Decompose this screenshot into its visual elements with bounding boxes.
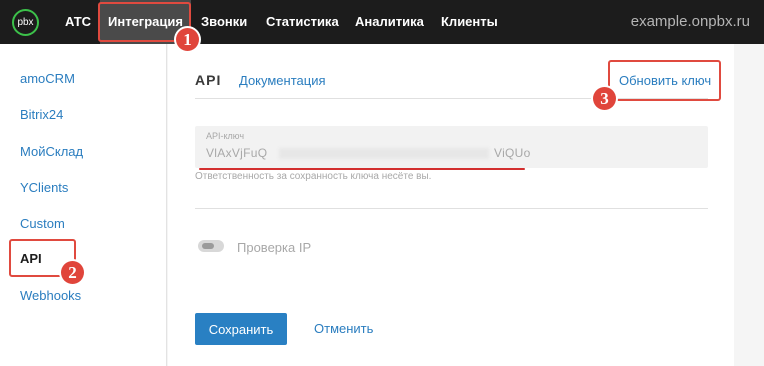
annotation-number-1: 1	[176, 28, 199, 51]
api-key-label: API-ключ	[206, 131, 245, 141]
sidebar-item-yclients[interactable]: YClients	[20, 180, 68, 195]
nav-analytics[interactable]: Аналитика	[355, 0, 424, 44]
divider	[195, 208, 708, 209]
sidebar-item-moysklad[interactable]: МойСклад	[20, 144, 83, 159]
sidebar-item-amocrm[interactable]: amoCRM	[20, 71, 75, 86]
save-button[interactable]: Сохранить	[195, 313, 287, 345]
tab-api[interactable]: API	[195, 72, 221, 88]
sidebar-item-custom[interactable]: Custom	[20, 216, 65, 231]
annotation-box-renew-key	[608, 60, 721, 101]
cancel-button[interactable]: Отменить	[314, 321, 373, 336]
logo[interactable]: pbx	[12, 9, 39, 36]
api-key-value-start: VlAxVjFuQ	[206, 146, 268, 160]
api-key-redaction	[279, 148, 489, 159]
nav-clients[interactable]: Клиенты	[441, 0, 498, 44]
nav-calls[interactable]: Звонки	[201, 0, 247, 44]
toggle-knob	[202, 243, 214, 249]
page-background	[734, 44, 764, 366]
api-key-value-end: ViQUo	[494, 146, 531, 160]
annotation-underline	[199, 168, 525, 170]
tab-documentation[interactable]: Документация	[239, 73, 326, 88]
nav-ats[interactable]: АТС	[65, 0, 91, 44]
sidebar-item-bitrix24[interactable]: Bitrix24	[20, 107, 63, 122]
nav-statistics[interactable]: Статистика	[266, 0, 339, 44]
annotation-number-2: 2	[61, 261, 84, 284]
sidebar-item-webhooks[interactable]: Webhooks	[20, 288, 81, 303]
domain-label: example.onpbx.ru	[630, 13, 750, 30]
ip-check-toggle[interactable]	[198, 240, 224, 252]
annotation-number-3: 3	[593, 87, 616, 110]
ip-check-label: Проверка IP	[237, 240, 312, 255]
sidebar: amoCRM Bitrix24 МойСклад YClients Custom…	[0, 44, 167, 366]
api-key-hint: Ответственность за сохранность ключа нес…	[195, 171, 432, 182]
api-key-field[interactable]: API-ключ VlAxVjFuQ ViQUo	[195, 126, 708, 168]
